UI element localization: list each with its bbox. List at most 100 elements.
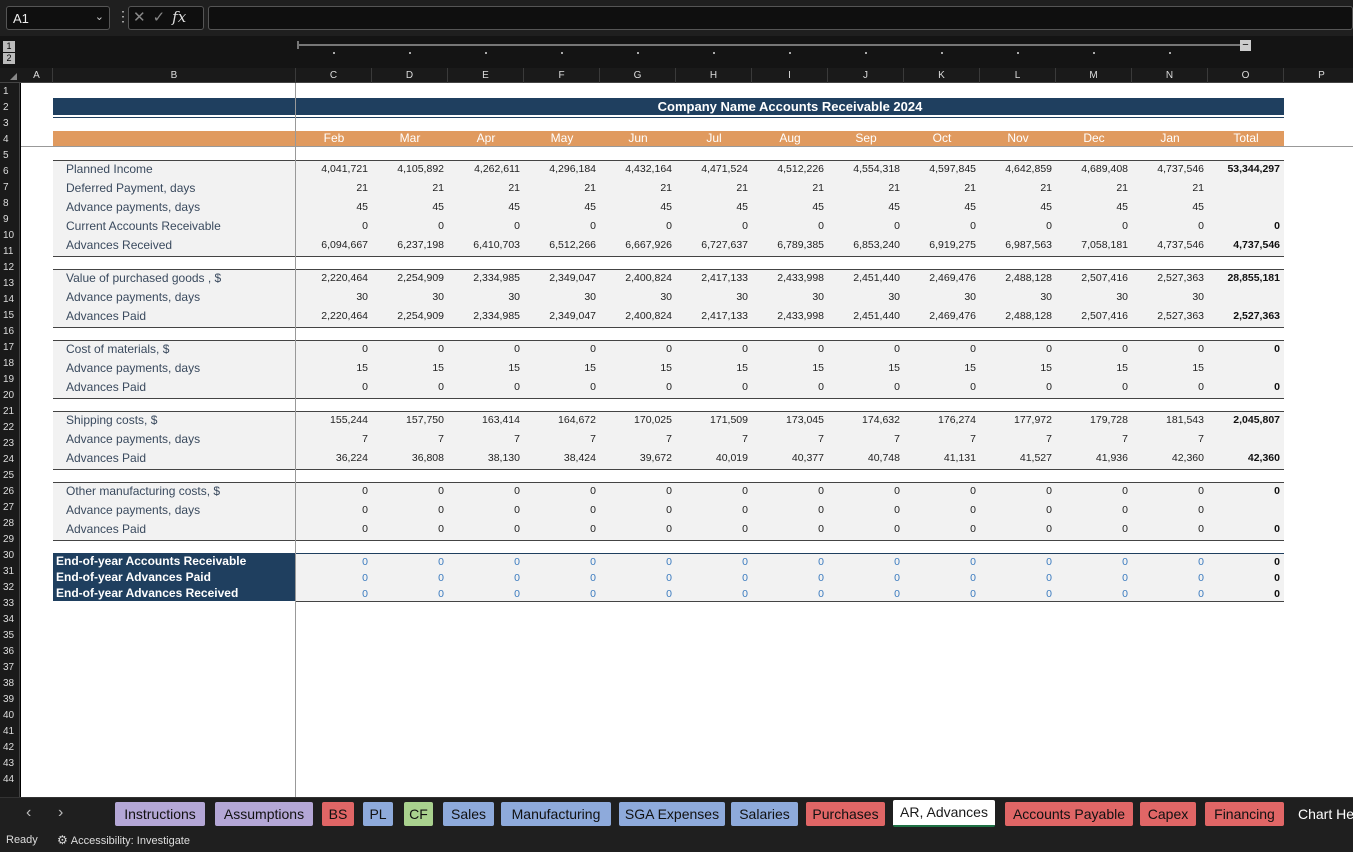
sheet-tab[interactable]: Sales [443,802,494,826]
row-header[interactable]: 25 [0,468,20,484]
row-header[interactable]: 6 [0,164,20,180]
cancel-icon[interactable]: ✕ [133,9,146,26]
col-header-l[interactable]: L [980,68,1056,83]
col-header-k[interactable]: K [904,68,980,83]
value-cell[interactable]: 6,789,385 [752,239,824,251]
value-cell[interactable]: 0 [1132,485,1204,497]
value-cell[interactable]: 0 [1056,523,1128,535]
total-cell[interactable]: 0 [1208,381,1280,393]
value-cell[interactable]: 0 [296,381,368,393]
value-cell[interactable]: 2,417,133 [676,272,748,284]
eoy-value-cell[interactable]: 0 [980,572,1052,584]
row-header[interactable]: 38 [0,676,20,692]
value-cell[interactable]: 164,672 [524,414,596,426]
row-header[interactable]: 43 [0,756,20,772]
value-cell[interactable]: 0 [1056,343,1128,355]
total-cell[interactable]: 0 [1208,523,1280,535]
value-cell[interactable]: 2,507,416 [1056,310,1128,322]
value-cell[interactable]: 7 [1056,433,1128,445]
total-cell[interactable]: 53,344,297 [1208,163,1280,175]
value-cell[interactable]: 0 [752,523,824,535]
value-cell[interactable]: 0 [296,504,368,516]
total-cell[interactable]: 4,737,546 [1208,239,1280,251]
value-cell[interactable]: 0 [676,523,748,535]
col-header-i[interactable]: I [752,68,828,83]
eoy-value-cell[interactable]: 0 [372,588,444,600]
value-cell[interactable]: 41,131 [904,452,976,464]
value-cell[interactable]: 30 [904,291,976,303]
eoy-value-cell[interactable]: 0 [676,572,748,584]
value-cell[interactable]: 171,509 [676,414,748,426]
eoy-value-cell[interactable]: 0 [1056,588,1128,600]
value-cell[interactable]: 2,488,128 [980,272,1052,284]
eoy-value-cell[interactable]: 0 [524,556,596,568]
value-cell[interactable]: 45 [600,201,672,213]
value-cell[interactable]: 0 [904,485,976,497]
value-cell[interactable]: 15 [600,362,672,374]
value-cell[interactable]: 45 [1056,201,1128,213]
value-cell[interactable]: 0 [752,220,824,232]
value-cell[interactable]: 15 [372,362,444,374]
value-cell[interactable]: 21 [752,182,824,194]
col-header-b[interactable]: B [53,68,296,83]
value-cell[interactable]: 0 [448,381,520,393]
value-cell[interactable]: 0 [1056,381,1128,393]
eoy-value-cell[interactable]: 0 [524,572,596,584]
value-cell[interactable]: 6,853,240 [828,239,900,251]
prev-sheet-button[interactable]: ‹ [26,804,31,822]
row-header[interactable]: 3 [0,116,20,132]
eoy-value-cell[interactable]: 0 [600,572,672,584]
row-header[interactable]: 44 [0,772,20,788]
row-header[interactable]: 24 [0,452,20,468]
collapse-group-button[interactable]: − [1240,40,1251,51]
row-header[interactable]: 33 [0,596,20,612]
row-header[interactable]: 40 [0,708,20,724]
value-cell[interactable]: 39,672 [600,452,672,464]
col-header-d[interactable]: D [372,68,448,83]
eoy-value-cell[interactable]: 0 [448,572,520,584]
value-cell[interactable]: 45 [372,201,444,213]
value-cell[interactable]: 6,987,563 [980,239,1052,251]
row-header[interactable]: 1 [0,84,20,100]
row-header[interactable]: 13 [0,276,20,292]
sheet-tab[interactable]: Financing [1205,802,1284,826]
row-header[interactable]: 22 [0,420,20,436]
value-cell[interactable]: 7 [448,433,520,445]
row-header[interactable]: 42 [0,740,20,756]
value-cell[interactable]: 0 [296,485,368,497]
value-cell[interactable]: 170,025 [600,414,672,426]
value-cell[interactable]: 155,244 [296,414,368,426]
value-cell[interactable]: 157,750 [372,414,444,426]
sheet-tab[interactable]: BS [322,802,354,826]
row-header[interactable]: 32 [0,580,20,596]
sheet-tab[interactable]: Instructions [115,802,205,826]
enter-icon[interactable]: ✓ [153,9,166,26]
row-header[interactable]: 35 [0,628,20,644]
total-cell[interactable]: 2,527,363 [1208,310,1280,322]
value-cell[interactable]: 0 [676,504,748,516]
value-cell[interactable]: 0 [372,220,444,232]
value-cell[interactable]: 30 [600,291,672,303]
value-cell[interactable]: 0 [676,485,748,497]
value-cell[interactable]: 30 [372,291,444,303]
value-cell[interactable]: 4,296,184 [524,163,596,175]
row-header[interactable]: 12 [0,260,20,276]
value-cell[interactable]: 2,254,909 [372,310,444,322]
eoy-value-cell[interactable]: 0 [1132,572,1204,584]
eoy-value-cell[interactable]: 0 [752,588,824,600]
value-cell[interactable]: 7 [752,433,824,445]
value-cell[interactable]: 7 [676,433,748,445]
value-cell[interactable]: 41,936 [1056,452,1128,464]
value-cell[interactable]: 0 [904,504,976,516]
value-cell[interactable]: 30 [676,291,748,303]
value-cell[interactable]: 21 [676,182,748,194]
value-cell[interactable]: 30 [296,291,368,303]
eoy-total-cell[interactable]: 0 [1208,572,1280,584]
chevron-down-icon[interactable]: ⌄ [95,10,104,23]
value-cell[interactable]: 15 [904,362,976,374]
eoy-value-cell[interactable]: 0 [1056,556,1128,568]
value-cell[interactable]: 38,130 [448,452,520,464]
value-cell[interactable]: 2,527,363 [1132,310,1204,322]
value-cell[interactable]: 7 [524,433,596,445]
eoy-value-cell[interactable]: 0 [296,588,368,600]
